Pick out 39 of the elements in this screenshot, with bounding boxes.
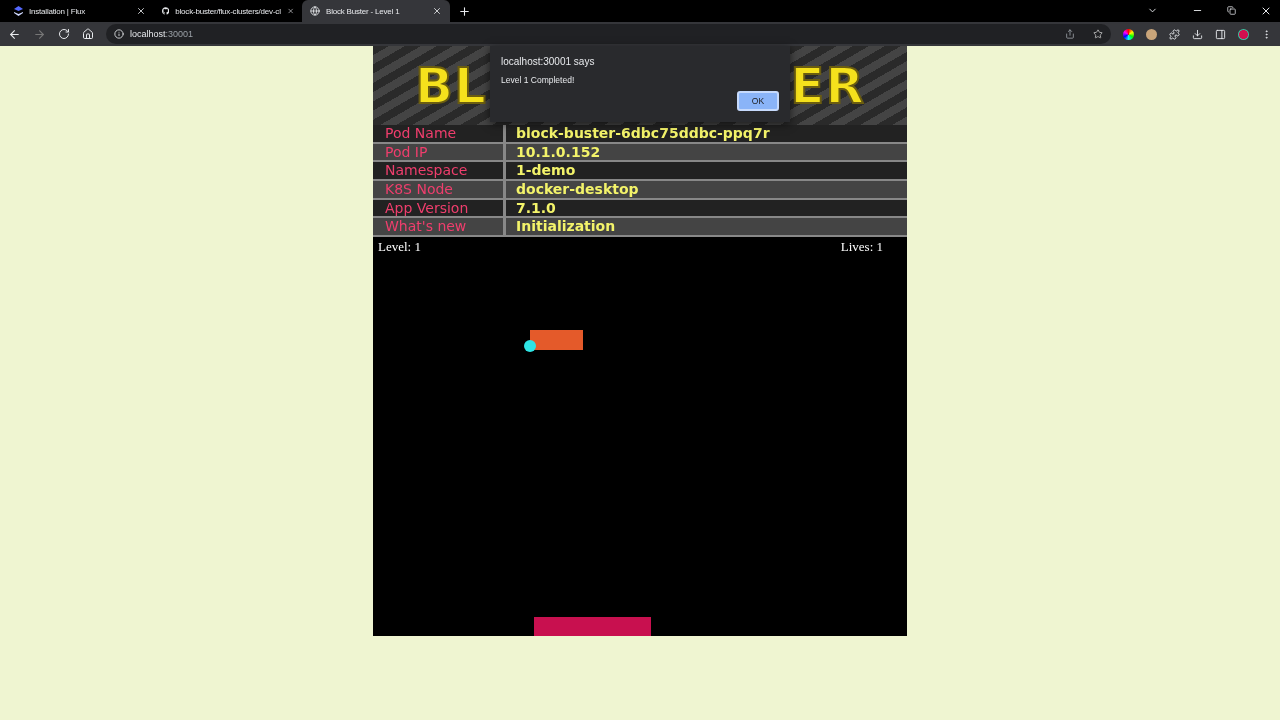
info-value: Initialization bbox=[515, 218, 617, 236]
new-tab-icon[interactable] bbox=[458, 5, 471, 18]
ok-button[interactable]: OK bbox=[737, 91, 779, 111]
reload-icon[interactable] bbox=[58, 28, 70, 40]
puzzle-icon[interactable] bbox=[1169, 28, 1180, 40]
home-icon[interactable] bbox=[82, 28, 94, 40]
back-icon[interactable] bbox=[8, 27, 21, 41]
info-icon[interactable] bbox=[114, 29, 124, 39]
github-icon bbox=[162, 6, 170, 16]
dialog-message: Level 1 Completed! bbox=[501, 75, 576, 85]
globe-icon bbox=[310, 6, 320, 16]
profile-avatar[interactable] bbox=[1238, 28, 1249, 40]
level-text: Level: 1 bbox=[378, 239, 421, 256]
restore-icon[interactable] bbox=[1227, 6, 1236, 15]
logo-text: BL bbox=[415, 56, 487, 115]
info-value: 1-demo bbox=[515, 162, 577, 180]
info-value: block-buster-6dbc75ddbc-ppq7r bbox=[515, 125, 771, 142]
extension-icon[interactable] bbox=[1123, 28, 1134, 40]
share-icon[interactable] bbox=[1065, 29, 1075, 39]
info-value: 10.1.0.152 bbox=[515, 143, 602, 161]
logo-text: ER bbox=[790, 56, 865, 115]
flux-logo-icon bbox=[14, 6, 23, 16]
forward-icon[interactable] bbox=[33, 27, 46, 41]
extension-icon[interactable] bbox=[1146, 28, 1157, 40]
brick bbox=[530, 330, 583, 351]
close-icon[interactable] bbox=[432, 6, 442, 16]
close-icon[interactable] bbox=[136, 6, 146, 16]
close-icon[interactable] bbox=[1260, 5, 1272, 17]
star-icon[interactable] bbox=[1093, 29, 1103, 39]
lives-text: Lives: 1 bbox=[840, 239, 883, 256]
side-panel-icon[interactable] bbox=[1215, 28, 1226, 40]
dialog-title: localhost:30001 says bbox=[501, 56, 596, 67]
address-bar[interactable]: localhost:30001 bbox=[106, 24, 1111, 44]
info-value: 7.1.0 bbox=[515, 199, 557, 217]
download-icon[interactable] bbox=[1192, 28, 1203, 40]
ball bbox=[524, 340, 536, 353]
info-label: What's new bbox=[373, 218, 506, 236]
browser-tab[interactable]: Block Buster - Level 1 bbox=[302, 0, 450, 22]
info-value: docker-desktop bbox=[515, 181, 640, 199]
